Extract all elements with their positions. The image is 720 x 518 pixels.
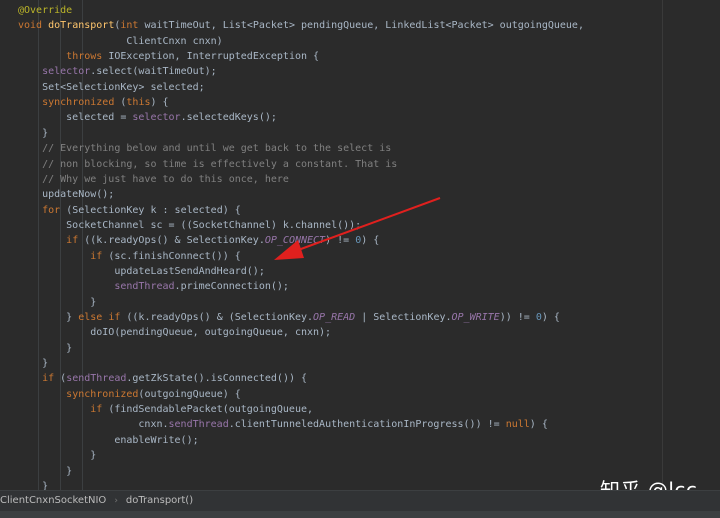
arrow-shaft [289,197,441,254]
code-editor[interactable]: @Override void doTransport(int waitTimeOu… [0,0,720,490]
breadcrumb-separator: › [114,496,118,506]
breadcrumb: ClientCnxnSocketNIO › doTransport() [0,490,720,511]
breadcrumb-class[interactable]: ClientCnxnSocketNIO [0,491,106,511]
bottom-tool-window-bar [0,511,720,518]
arrow-head [274,240,304,260]
red-arrow-annotation [274,197,441,260]
breadcrumb-method[interactable]: doTransport() [126,491,193,511]
